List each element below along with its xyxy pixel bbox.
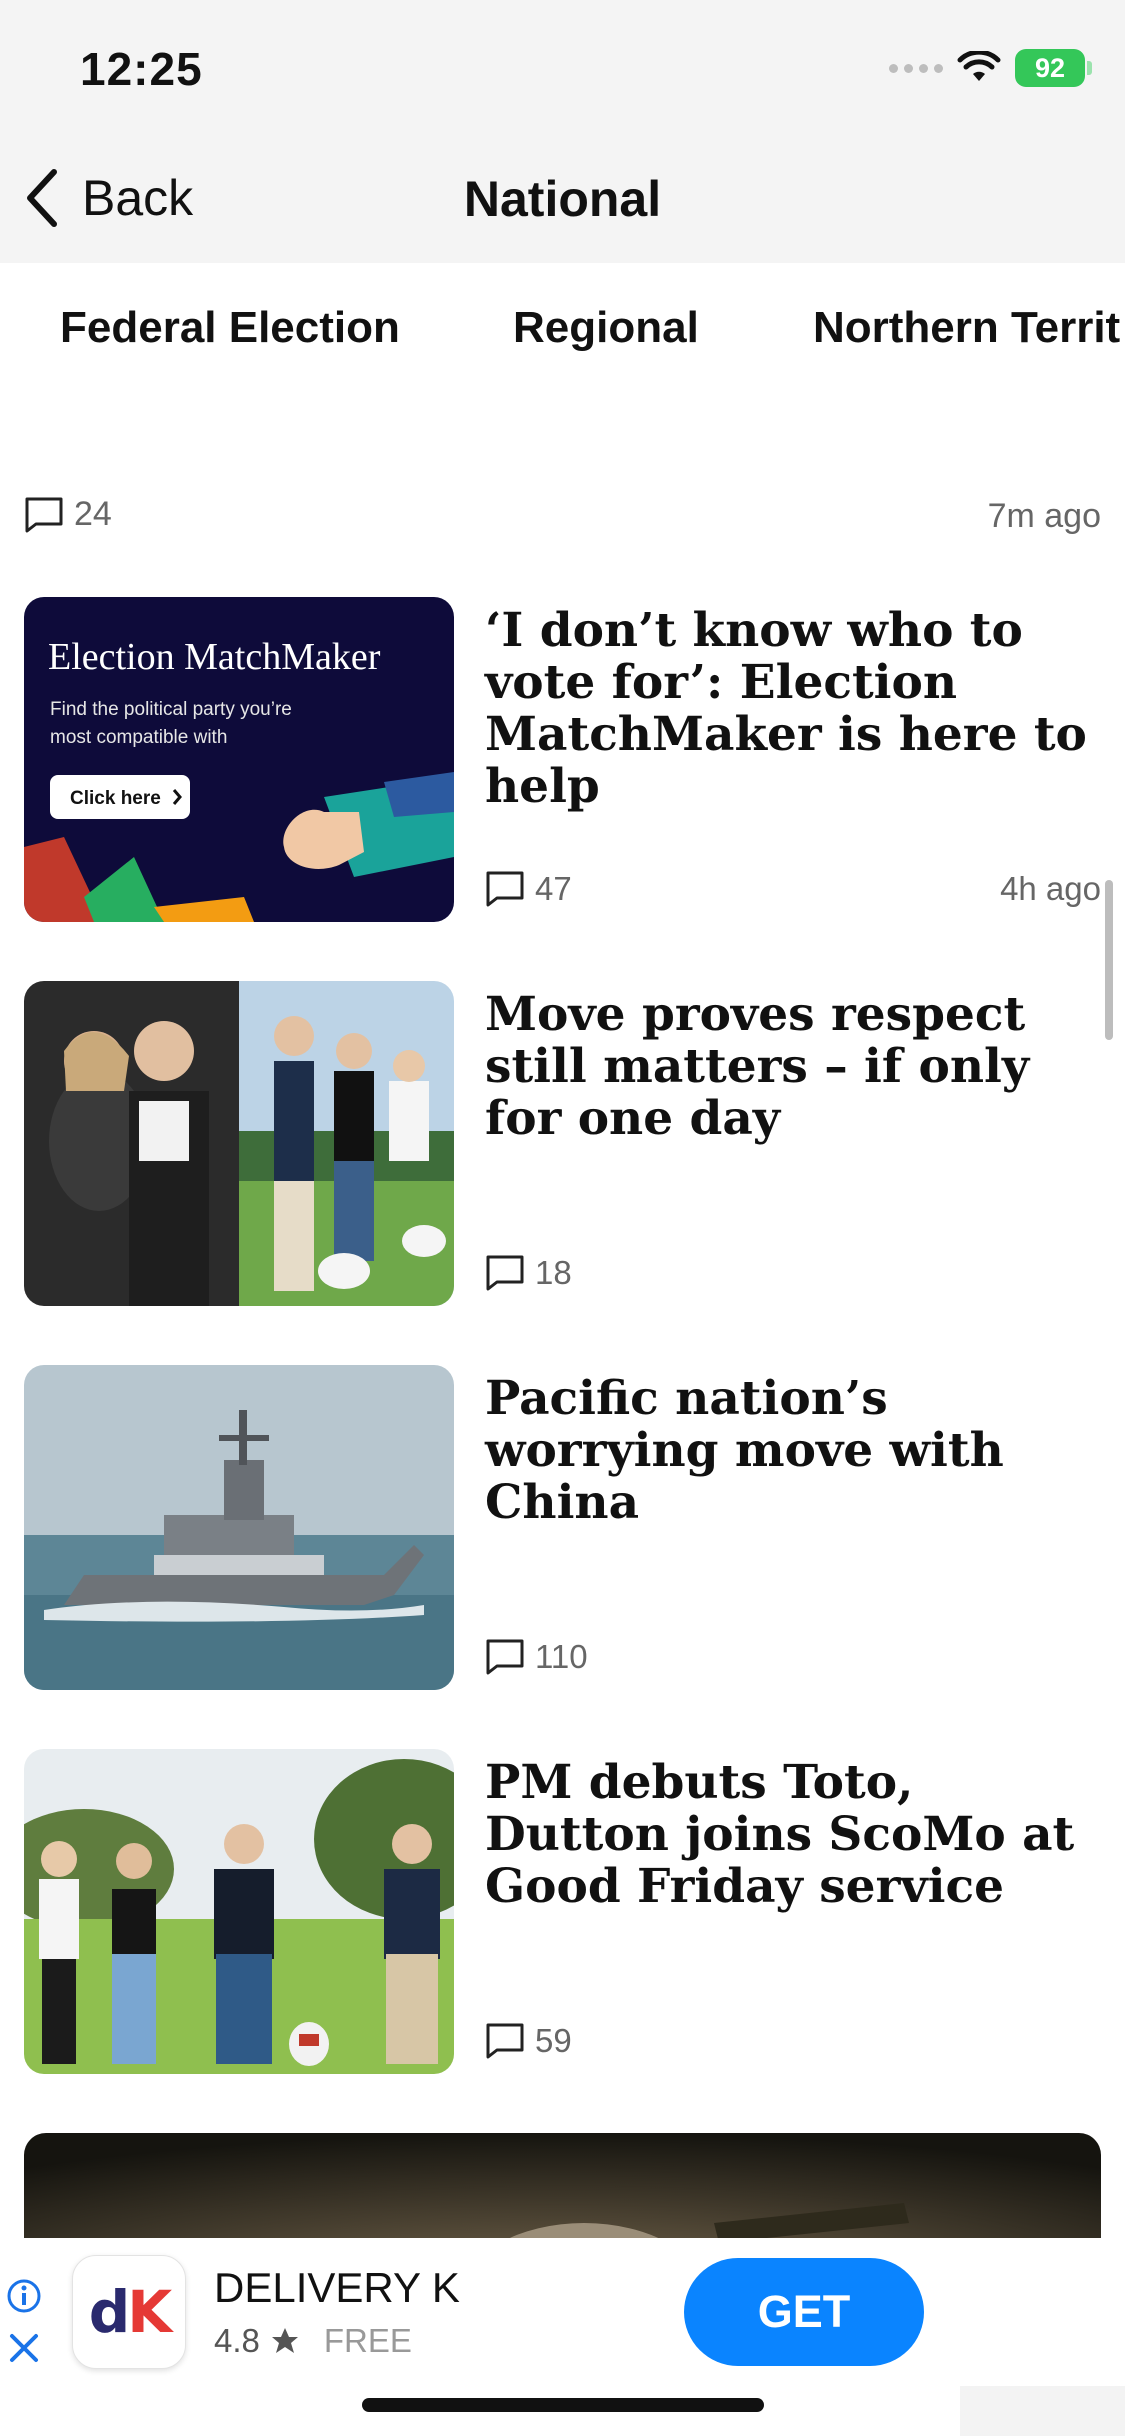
article-headline: ‘I don’t know who to vote for’: Election… [485, 603, 1087, 814]
article-thumbnail [24, 1365, 454, 1690]
ad-price: FREE [323, 2322, 412, 2359]
comment-count: 59 [535, 2022, 572, 2059]
article-thumbnail: Election MatchMaker Find the political p… [24, 597, 454, 922]
status-time: 12:25 [80, 43, 203, 95]
category-tabs: Federal Election Regional Northern Terri… [0, 263, 1125, 403]
info-icon[interactable] [6, 2278, 42, 2314]
status-icons: 92 [889, 48, 1092, 88]
ad-rating: 4.8 FREE [214, 2322, 412, 2360]
article-thumbnail [24, 1749, 454, 2074]
comment-count-row[interactable]: 18 [485, 1254, 572, 1292]
article-item[interactable]: Election MatchMaker Find the political p… [24, 597, 1101, 922]
comment-icon [486, 1255, 524, 1291]
close-icon[interactable] [6, 2330, 42, 2366]
thumb-button-label: Click here [70, 788, 161, 809]
comment-count-row[interactable]: 110 [485, 1638, 588, 1676]
comment-icon [486, 871, 524, 907]
tab-northern-territory[interactable]: Northern Territ [813, 303, 1120, 353]
politicians-photo [24, 981, 454, 1306]
article-headline: Move proves respect still matters – if o… [485, 987, 1030, 1146]
cellular-signal-icon [889, 63, 943, 73]
page-title: National [463, 171, 662, 227]
pm-walking-dog-photo [24, 1749, 454, 2074]
tab-federal-election[interactable]: Federal Election [60, 303, 400, 353]
wifi-icon [957, 51, 1001, 81]
comment-count-row[interactable]: 59 [485, 2022, 572, 2060]
thumb-title: Election MatchMaker [48, 636, 381, 678]
ad-banner[interactable]: dK DELIVERY K 4.8 FREE GET [0, 2238, 1125, 2386]
star-icon [271, 2328, 298, 2353]
comment-icon [486, 2023, 524, 2059]
comment-count-row[interactable]: 24 [24, 495, 112, 534]
tab-regional[interactable]: Regional [513, 303, 699, 353]
battery-icon: 92 [1015, 49, 1092, 87]
comment-count: 24 [74, 495, 112, 533]
article-headline: Pacific nation’s worrying move with Chin… [485, 1371, 1004, 1530]
ad-logo-letter-d: d [88, 2278, 130, 2346]
article-thumbnail [24, 981, 454, 1306]
thumb-subtitle-1: Find the political party you’re [50, 699, 292, 720]
article-item[interactable]: Pacific nation’s worrying move with Chin… [24, 1365, 1101, 1690]
comment-count-row[interactable]: 47 [485, 870, 572, 908]
ad-app-name: DELIVERY K [214, 2264, 460, 2311]
election-matchmaker-image: Election MatchMaker Find the political p… [24, 597, 454, 922]
comment-icon [25, 497, 63, 532]
scrollbar[interactable] [1105, 880, 1113, 1040]
article-item[interactable]: PM debuts Toto, Dutton joins ScoMo at Go… [24, 1749, 1101, 2074]
ad-rating-value: 4.8 [214, 2322, 260, 2359]
comment-count: 18 [535, 1254, 572, 1291]
thumb-subtitle-2: most compatible with [50, 727, 227, 748]
ad-app-logo: dK [72, 2255, 186, 2369]
ad-logo-letter-k: K [127, 2278, 172, 2346]
timestamp: 7m ago [987, 497, 1101, 535]
comment-icon [486, 1639, 524, 1675]
comment-count: 47 [535, 870, 572, 907]
home-indicator [362, 2398, 764, 2412]
article-headline: PM debuts Toto, Dutton joins ScoMo at Go… [485, 1755, 1075, 1914]
header: 12:25 92 Back National [0, 0, 1125, 263]
warship-photo [24, 1365, 454, 1690]
article-item[interactable]: Move proves respect still matters – if o… [24, 981, 1101, 1306]
battery-level: 92 [1034, 52, 1066, 83]
comment-count: 110 [535, 1638, 588, 1675]
timestamp: 4h ago [1000, 870, 1101, 907]
get-button[interactable]: GET [684, 2258, 924, 2366]
